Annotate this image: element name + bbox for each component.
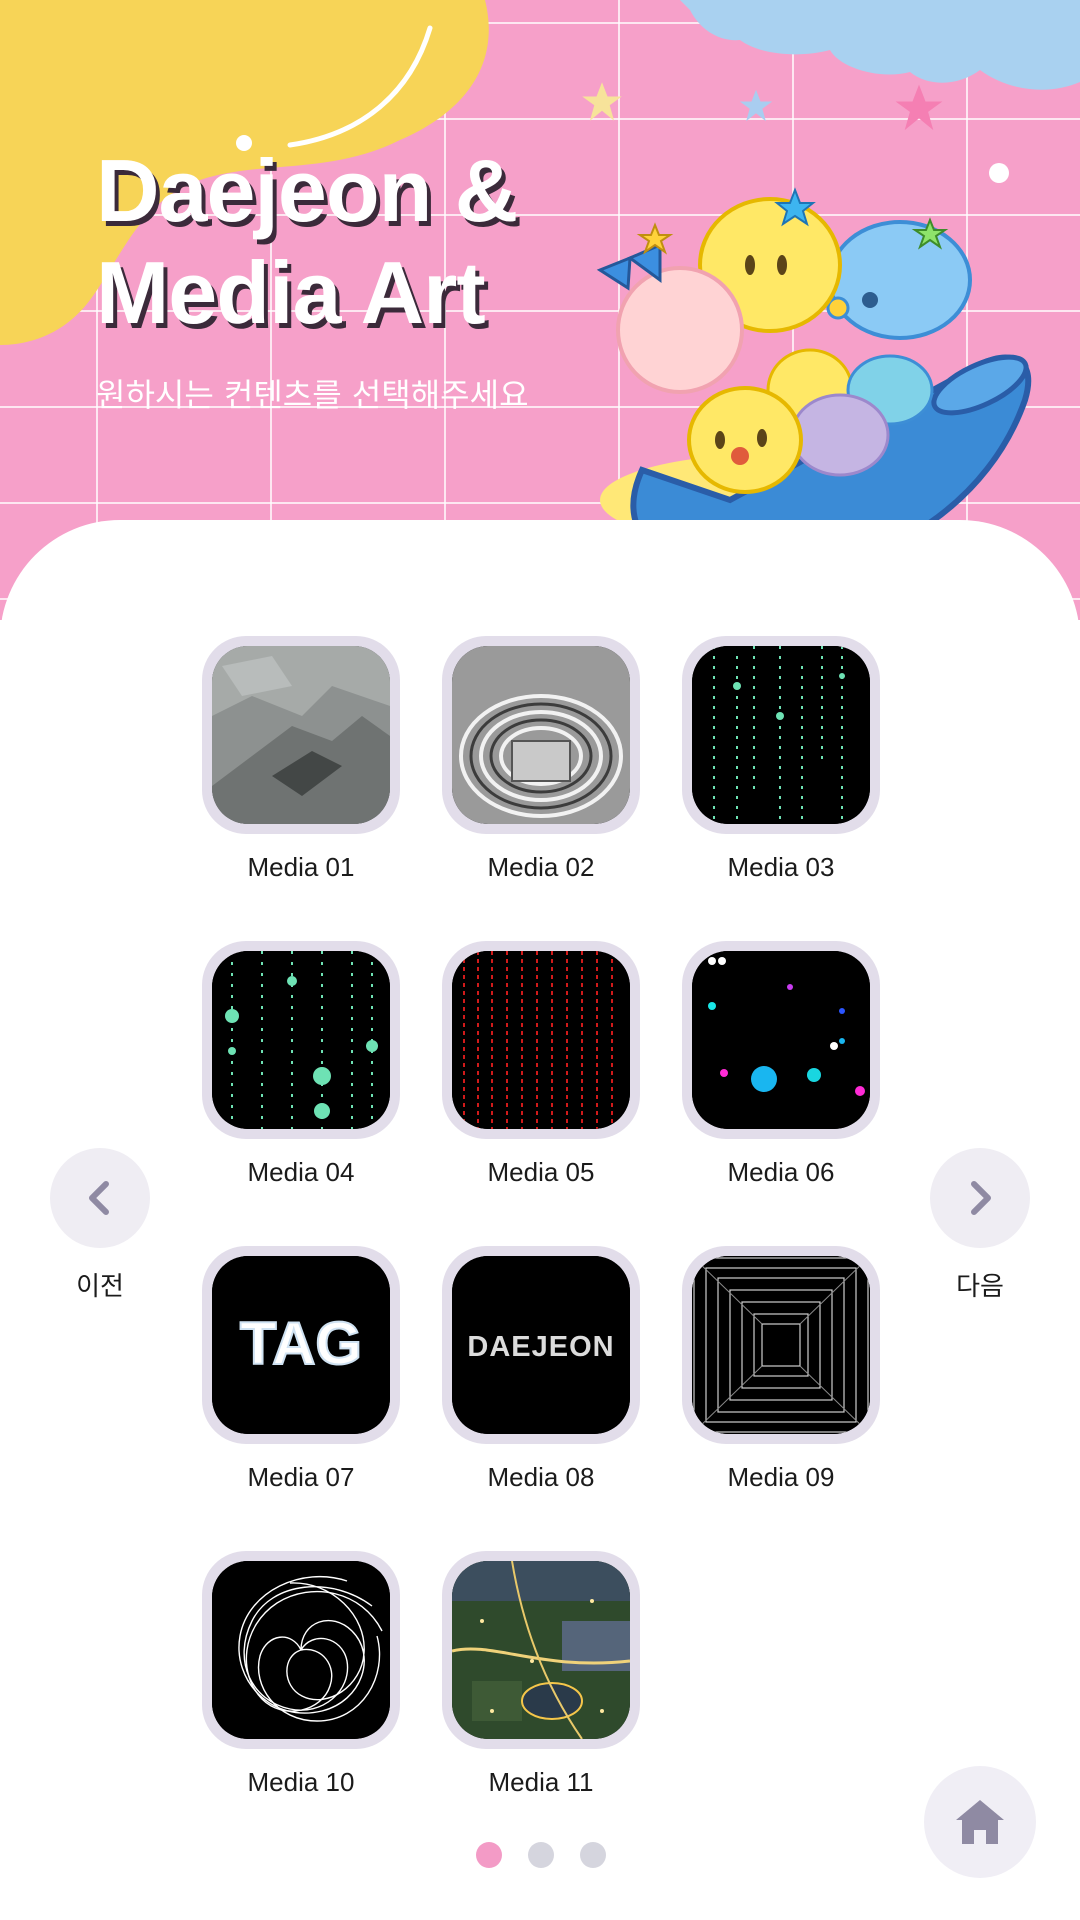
media-thumbnail-frame[interactable] [202,1551,400,1749]
media-tile[interactable]: Media 06 [682,941,880,1187]
blue-cloud-decoration [680,0,1080,90]
pagination-dots [476,1842,606,1868]
media-tile[interactable]: Media 04 [202,941,400,1187]
home-icon [956,1800,1004,1844]
media-thumbnail-frame[interactable] [442,1551,640,1749]
page-dot-2[interactable] [528,1842,554,1868]
media-tile[interactable]: Media 03 [682,636,880,882]
tag-text-image: TAG [212,1256,390,1434]
next-button[interactable] [930,1148,1030,1248]
media-label: Media 07 [247,1462,355,1492]
media-label: Media 04 [247,1157,355,1187]
media-thumbnail[interactable] [692,646,870,824]
media-thumbnail-frame[interactable] [202,636,400,834]
media-label: Media 09 [727,1462,835,1492]
media-tile[interactable]: Media 09 [682,1246,880,1492]
media-label: Media 05 [487,1157,595,1187]
media-thumbnail[interactable] [692,1256,870,1434]
spiral-lines-image [212,1561,390,1739]
metal-tunnel-image [452,646,630,824]
prev-button[interactable] [50,1148,150,1248]
star-decoration [739,89,773,122]
media-thumbnail-frame[interactable] [682,941,880,1139]
gray-terrain-image [212,646,390,824]
media-thumbnail[interactable]: TAG [212,1256,390,1434]
page-dot-1[interactable] [476,1842,502,1868]
tag-text: TAG [240,1310,362,1377]
media-thumbnail-frame[interactable] [682,636,880,834]
media-thumbnail-frame[interactable]: DAEJEON [442,1246,640,1444]
prev-label[interactable]: 이전 [50,1266,150,1303]
media-label: Media 03 [727,852,835,882]
square-tunnel-image [692,1256,870,1434]
media-label: Media 10 [247,1767,355,1797]
page-dot-3[interactable] [580,1842,606,1868]
media-tile[interactable]: DAEJEON Media 08 [442,1246,640,1492]
media-thumbnail[interactable] [452,951,630,1129]
media-thumbnail[interactable] [212,951,390,1129]
media-thumbnail-frame[interactable] [202,941,400,1139]
green-rain-image [692,646,870,824]
media-thumbnail-frame[interactable] [442,941,640,1139]
red-rain-image [452,951,630,1129]
hero-subtitle: 원하시는 컨텐츠를 선택해주세요 [96,376,529,414]
media-thumbnail-frame[interactable] [682,1246,880,1444]
media-thumbnail[interactable] [452,1561,630,1739]
media-label: Media 01 [247,852,355,882]
chevron-left-icon [89,1181,109,1215]
daejeon-text-image: DAEJEON [452,1256,630,1434]
media-label: Media 02 [487,852,595,882]
media-tile[interactable]: TAG Media 07 [202,1246,400,1492]
daejeon-text: DAEJEON [467,1331,614,1363]
media-label: Media 08 [487,1462,595,1492]
color-particles-image [692,951,870,1129]
star-decoration [895,84,943,131]
media-thumbnail[interactable] [212,1561,390,1739]
media-thumbnail[interactable]: DAEJEON [452,1256,630,1434]
media-tile[interactable]: Media 01 [202,636,400,882]
media-label: Media 06 [727,1157,835,1187]
media-tile[interactable]: Media 10 [202,1551,400,1797]
media-thumbnail-frame[interactable]: TAG [202,1246,400,1444]
media-label: Media 11 [488,1767,594,1797]
media-thumbnail-frame[interactable] [442,636,640,834]
aerial-city-image [452,1561,630,1739]
next-label[interactable]: 다음 [930,1266,1030,1303]
chevron-right-icon [971,1181,991,1215]
media-tile[interactable]: Media 05 [442,941,640,1187]
green-rain-drops-image [212,951,390,1129]
media-tile[interactable]: Media 02 [442,636,640,882]
media-thumbnail[interactable] [452,646,630,824]
star-decoration [582,82,622,121]
media-tile[interactable]: Media 11 [442,1551,640,1797]
media-thumbnail[interactable] [692,951,870,1129]
home-button[interactable] [924,1766,1036,1878]
media-thumbnail[interactable] [212,646,390,824]
